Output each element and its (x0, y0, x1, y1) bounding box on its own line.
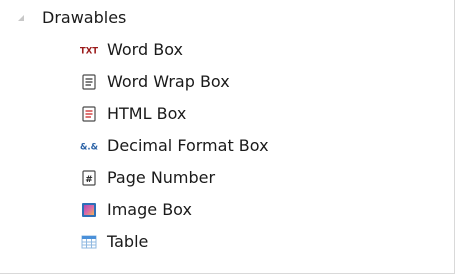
decimal-format-icon: &.& (80, 137, 98, 155)
image-icon (80, 201, 98, 219)
tree-item-word-wrap-box[interactable]: Word Wrap Box (80, 66, 230, 98)
txt-icon: TXT (80, 41, 98, 59)
drawables-panel: Drawables TXT Word Box Word Wrap Box HTM… (0, 0, 455, 274)
tree-item-label: HTML Box (107, 104, 187, 123)
group-label: Drawables (42, 8, 127, 27)
tree-item-label: Decimal Format Box (107, 136, 269, 155)
tree-item-label: Table (107, 232, 149, 251)
tree-item-label: Word Wrap Box (107, 72, 230, 91)
html-document-icon (80, 105, 98, 123)
decimal-format-icon-text: &.& (80, 143, 98, 153)
document-lines-icon (80, 73, 98, 91)
expanded-triangle-icon[interactable] (16, 13, 26, 23)
tree-group-drawables[interactable]: Drawables (16, 2, 126, 34)
tree-item-html-box[interactable]: HTML Box (80, 98, 186, 130)
tree-item-table[interactable]: Table (80, 226, 148, 258)
tree-item-label: Word Box (107, 40, 183, 59)
txt-icon-text: TXT (80, 47, 98, 57)
table-icon (80, 233, 98, 251)
tree-item-word-box[interactable]: TXT Word Box (80, 34, 183, 66)
tree-item-page-number[interactable]: # Page Number (80, 162, 215, 194)
tree-item-label: Image Box (107, 200, 192, 219)
tree-item-image-box[interactable]: Image Box (80, 194, 192, 226)
page-number-icon-text: # (85, 175, 93, 185)
tree-item-decimal-format-box[interactable]: &.& Decimal Format Box (80, 130, 269, 162)
tree-item-label: Page Number (107, 168, 216, 187)
page-number-icon: # (80, 169, 98, 187)
